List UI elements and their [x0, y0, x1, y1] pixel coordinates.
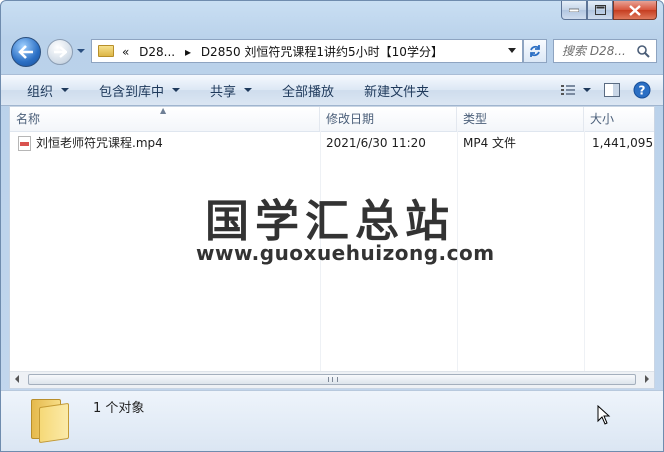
column-size[interactable]: 大小 [584, 107, 654, 131]
caption-buttons [561, 1, 657, 22]
share-label: 共享 [210, 84, 237, 100]
preview-pane-icon [604, 83, 620, 97]
help-icon: ? [633, 81, 651, 99]
new-folder-label: 新建文件夹 [364, 84, 430, 100]
file-size: 1,441,095... [592, 136, 654, 150]
organize-label: 组织 [27, 84, 54, 100]
breadcrumb: « D28... ▸ D2850 刘恒符咒课程1讲约5小时【10学分】 [122, 43, 449, 60]
caret-down-icon [172, 88, 181, 92]
back-button[interactable] [11, 37, 41, 67]
search-input[interactable] [560, 43, 636, 59]
scrollbar-thumb[interactable] [28, 374, 636, 385]
share-button[interactable]: 共享 [200, 78, 262, 102]
maximize-button[interactable] [587, 1, 613, 20]
column-date-modified[interactable]: 修改日期 [320, 107, 457, 131]
caret-down-icon [244, 88, 253, 92]
svg-text:?: ? [639, 84, 646, 98]
sort-ascending-icon: ▲ [160, 106, 167, 115]
file-type: MP4 文件 [463, 136, 517, 150]
maximize-icon [594, 5, 606, 15]
folder-icon [98, 45, 114, 57]
caret-down-icon [61, 88, 70, 92]
explorer-window: « D28... ▸ D2850 刘恒符咒课程1讲约5小时【10学分】 组织 包… [0, 0, 664, 452]
command-bar: 组织 包含到库中 共享 全部播放 新建文件夹 ? [1, 74, 663, 106]
horizontal-scrollbar[interactable] [10, 371, 654, 388]
recent-pages-button[interactable] [76, 45, 86, 57]
arrow-left-icon [18, 45, 33, 59]
search-box[interactable] [553, 39, 657, 63]
item-count: 1 个对象 [93, 401, 145, 416]
address-bar[interactable]: « D28... ▸ D2850 刘恒符咒课程1讲约5小时【10学分】 [91, 39, 523, 63]
play-all-button[interactable]: 全部播放 [272, 78, 344, 102]
video-file-icon [18, 136, 31, 151]
preview-pane-button[interactable] [599, 78, 625, 102]
minimize-icon [569, 8, 579, 12]
address-dropdown-icon[interactable] [508, 48, 516, 53]
folder-icon [29, 397, 71, 444]
table-row[interactable]: 刘恒老师符咒课程.mp4 2021/6/30 11:20 MP4 文件 1,44… [10, 133, 654, 153]
forward-button[interactable] [47, 39, 73, 65]
file-list: 名称 ▲ 修改日期 类型 大小 刘恒老师符咒课程.mp4 2021/6/30 1… [9, 106, 655, 389]
scroll-left-icon[interactable] [15, 375, 19, 383]
play-all-label: 全部播放 [282, 84, 335, 100]
grip-icon [328, 377, 338, 382]
breadcrumb-segment-2[interactable]: D2850 刘恒符咒课程1讲约5小时【10学分】 [201, 45, 443, 59]
arrow-right-icon [54, 46, 67, 58]
close-icon [629, 4, 641, 16]
close-button[interactable] [613, 1, 657, 20]
minimize-button[interactable] [561, 1, 587, 20]
view-controls: ? [553, 78, 655, 102]
list-view-icon [561, 85, 591, 95]
breadcrumb-overflow[interactable]: « [122, 45, 129, 59]
breadcrumb-segment-1[interactable]: D28... [139, 45, 175, 59]
watermark-url: www.guoxuehuizong.com [196, 241, 495, 265]
breadcrumb-separator[interactable]: ▸ [185, 45, 191, 59]
file-name[interactable]: 刘恒老师符咒课程.mp4 [36, 133, 163, 153]
file-date-modified: 2021/6/30 11:20 [326, 136, 426, 150]
column-headers: 名称 ▲ 修改日期 类型 大小 [10, 107, 654, 132]
view-options-button[interactable] [557, 78, 595, 102]
mouse-cursor-icon [597, 405, 611, 425]
search-icon[interactable] [637, 45, 650, 58]
organize-button[interactable]: 组织 [17, 78, 79, 102]
help-button[interactable]: ? [629, 78, 655, 102]
refresh-button[interactable] [523, 39, 547, 63]
column-type[interactable]: 类型 [457, 107, 584, 131]
details-pane: 1 个对象 [1, 390, 663, 451]
new-folder-button[interactable]: 新建文件夹 [354, 78, 439, 102]
include-in-library-button[interactable]: 包含到库中 [89, 78, 190, 102]
include-in-library-label: 包含到库中 [99, 84, 165, 100]
navigation-row: « D28... ▸ D2850 刘恒符咒课程1讲约5小时【10学分】 [9, 35, 657, 67]
scroll-right-icon[interactable] [645, 375, 649, 383]
watermark-title: 国学汇总站 [205, 196, 455, 247]
column-divider [584, 131, 585, 372]
refresh-icon [530, 45, 540, 57]
chevron-down-icon [77, 49, 85, 53]
